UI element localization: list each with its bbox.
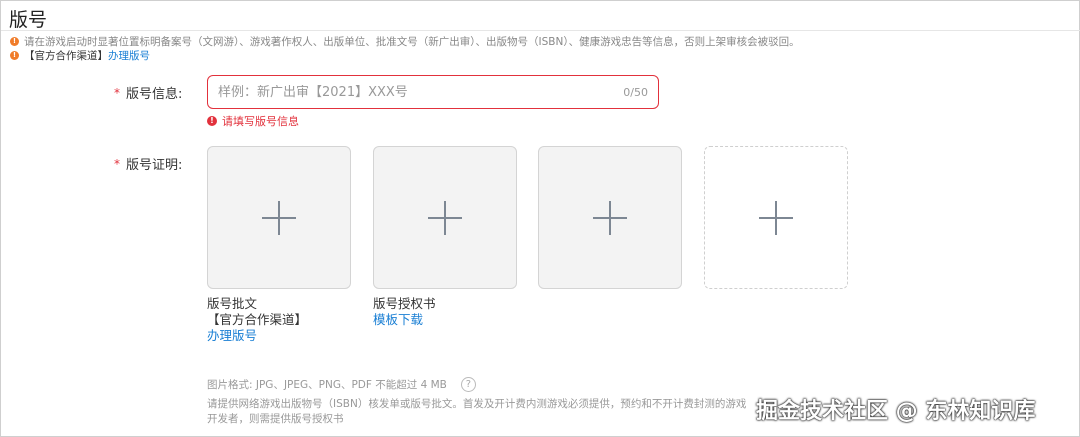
upload-caption-authorization: 版号授权书 模板下载 (373, 296, 436, 328)
license-info-input[interactable] (218, 84, 624, 100)
notice-official-channel: ! 【官方合作渠道】 办理版号 (10, 48, 150, 63)
license-info-error: ! 请填写版号信息 (207, 113, 299, 129)
title-divider (1, 30, 1080, 31)
license-info-field[interactable]: 0/50 (207, 75, 659, 109)
caption-channel: 【官方合作渠道】 (207, 312, 308, 327)
plus-icon (759, 200, 793, 235)
error-text: 请填写版号信息 (222, 115, 299, 128)
warning-icon: ! (10, 37, 19, 46)
upload-caption-approval: 版号批文 【官方合作渠道】 办理版号 (207, 296, 307, 344)
char-counter: 0/50 (623, 85, 648, 99)
format-hint-text: 图片格式: JPG、JPEG、PNG、PDF 不能超过 4 MB (207, 379, 447, 391)
license-info-label-text: 版号信息: (126, 87, 183, 102)
required-mark: * (114, 85, 120, 100)
format-hint: 图片格式: JPG、JPEG、PNG、PDF 不能超过 4 MB ? (207, 377, 476, 392)
description-line-2: 开发者，则需提供版号授权书 (207, 413, 344, 425)
template-download-link[interactable]: 模板下载 (373, 312, 436, 328)
caption-title: 版号授权书 (373, 296, 436, 311)
plus-icon (593, 200, 627, 235)
watermark: 掘金技术社区 @ 东林知识库 (756, 399, 1036, 424)
license-proof-label-text: 版号证明: (126, 158, 183, 173)
apply-license-link[interactable]: 办理版号 (207, 328, 307, 344)
license-proof-label: * 版号证明: (114, 154, 183, 174)
notice-display-info: ! 请在游戏启动时显著位置标明备案号（文网游）、游戏著作权人、出版单位、批准文号… (10, 34, 800, 49)
upload-add-more[interactable] (704, 146, 848, 289)
notice-text: 请在游戏启动时显著位置标明备案号（文网游）、游戏著作权人、出版单位、批准文号（新… (24, 36, 800, 48)
section-title: 版号 (9, 9, 48, 31)
upload-approval-doc[interactable] (207, 146, 351, 289)
license-info-label: * 版号信息: (114, 83, 183, 103)
question-icon[interactable]: ? (460, 377, 476, 392)
description-line-1: 请提供网络游戏出版物号（ISBN）核发单或版号批文。首发及开计费内测游戏必须提供… (207, 398, 747, 410)
notice-prefix: 【官方合作渠道】 (24, 50, 108, 62)
page-frame: 版号 ! 请在游戏启动时显著位置标明备案号（文网游）、游戏著作权人、出版单位、批… (0, 0, 1080, 437)
warning-icon: ! (10, 51, 19, 60)
plus-icon (428, 200, 462, 235)
apply-license-link[interactable]: 办理版号 (108, 48, 150, 63)
plus-icon (262, 200, 296, 235)
caption-title: 版号批文 (207, 296, 258, 311)
upload-authorization-letter[interactable] (373, 146, 517, 289)
required-mark: * (114, 156, 120, 171)
upload-slot-3[interactable] (538, 146, 682, 289)
error-icon: ! (207, 116, 217, 126)
